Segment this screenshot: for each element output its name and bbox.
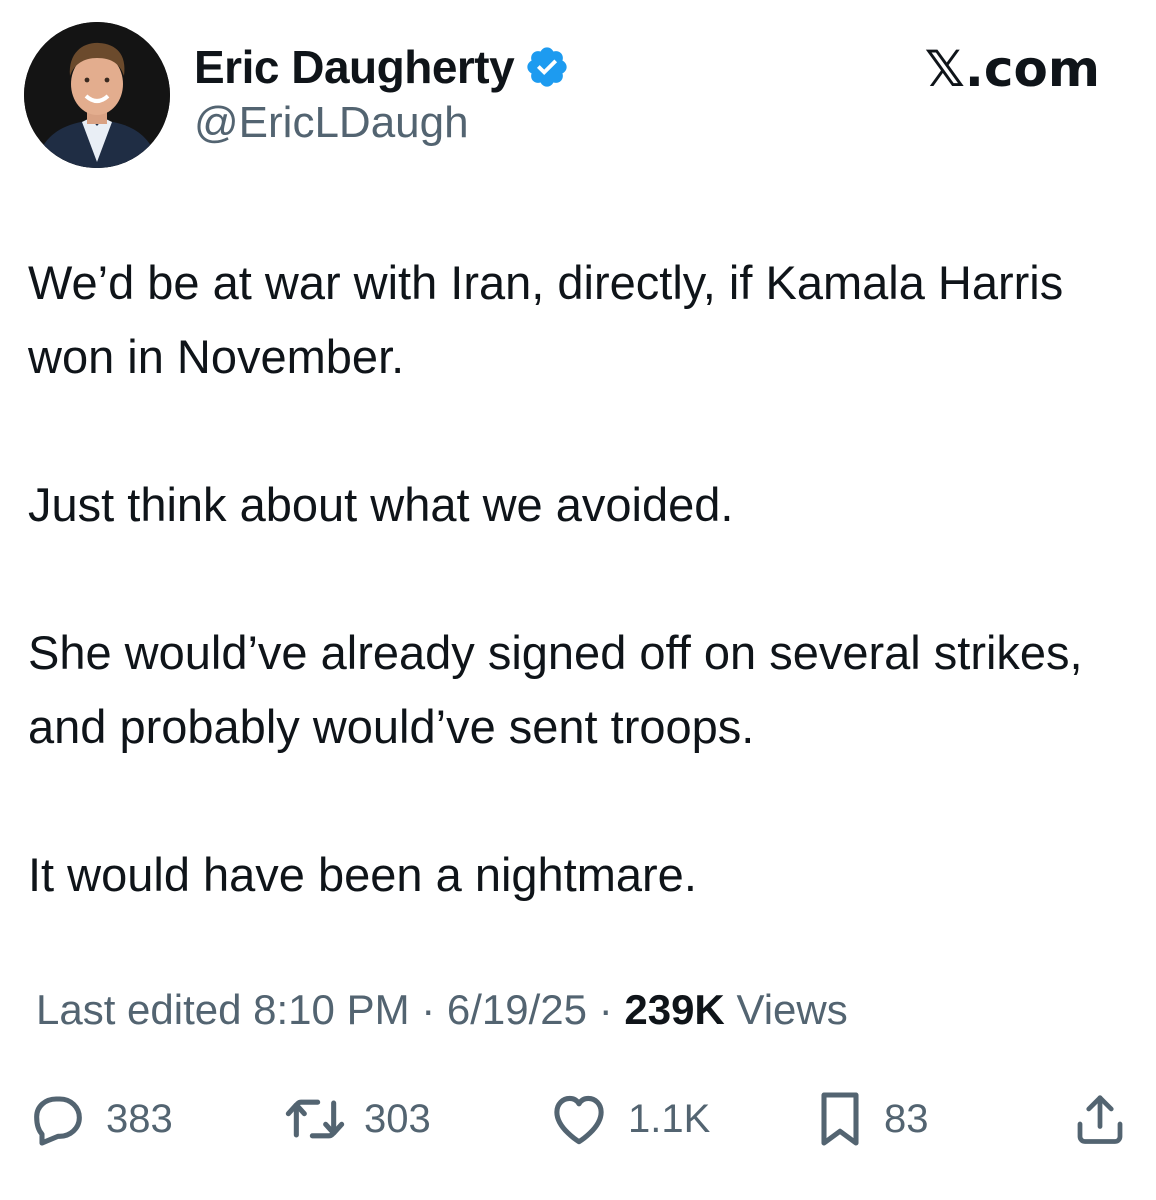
- action-bar: 383 303 1.1K 83: [0, 1086, 1156, 1156]
- tweet-paragraph: We’d be at war with Iran, directly, if K…: [28, 256, 1064, 383]
- repost-count: 303: [364, 1096, 431, 1141]
- bookmark-icon: [821, 1092, 859, 1146]
- verified-badge-icon: [527, 47, 567, 87]
- avatar[interactable]: [24, 22, 170, 168]
- share-button[interactable]: [1070, 1086, 1130, 1152]
- repost-button[interactable]: 303: [282, 1086, 431, 1152]
- views-label: Views: [736, 986, 848, 1033]
- like-count: 1.1K: [628, 1096, 711, 1141]
- bookmark-button[interactable]: 83: [812, 1086, 929, 1152]
- tweet-paragraph: Just think about what we avoided.: [28, 478, 734, 531]
- share-icon: [1077, 1095, 1123, 1144]
- author-display-name[interactable]: Eric Daugherty: [194, 40, 515, 94]
- tweet-text: We’d be at war with Iran, directly, if K…: [28, 246, 1128, 912]
- author-handle[interactable]: @EricLDaugh: [194, 98, 469, 148]
- tweet-paragraph: It would have been a nightmare.: [28, 848, 697, 901]
- tweet-paragraph: She would’ve already signed off on sever…: [28, 626, 1083, 753]
- heart-icon: [554, 1095, 604, 1145]
- edited-timestamp[interactable]: Last edited 8:10 PM · 6/19/25 ·: [36, 986, 624, 1033]
- like-button[interactable]: 1.1K: [546, 1086, 710, 1152]
- reply-icon: [34, 1096, 82, 1146]
- bookmark-count: 83: [884, 1096, 929, 1141]
- site-label: 𝕏.com: [924, 40, 1100, 98]
- reply-button[interactable]: 383: [26, 1086, 173, 1152]
- tweet-meta: Last edited 8:10 PM · 6/19/25 · 239K Vie…: [36, 986, 848, 1034]
- reply-count: 383: [106, 1096, 173, 1141]
- views-count: 239K: [624, 986, 725, 1033]
- author-name-row[interactable]: Eric Daugherty: [194, 38, 570, 96]
- repost-icon: [285, 1099, 345, 1139]
